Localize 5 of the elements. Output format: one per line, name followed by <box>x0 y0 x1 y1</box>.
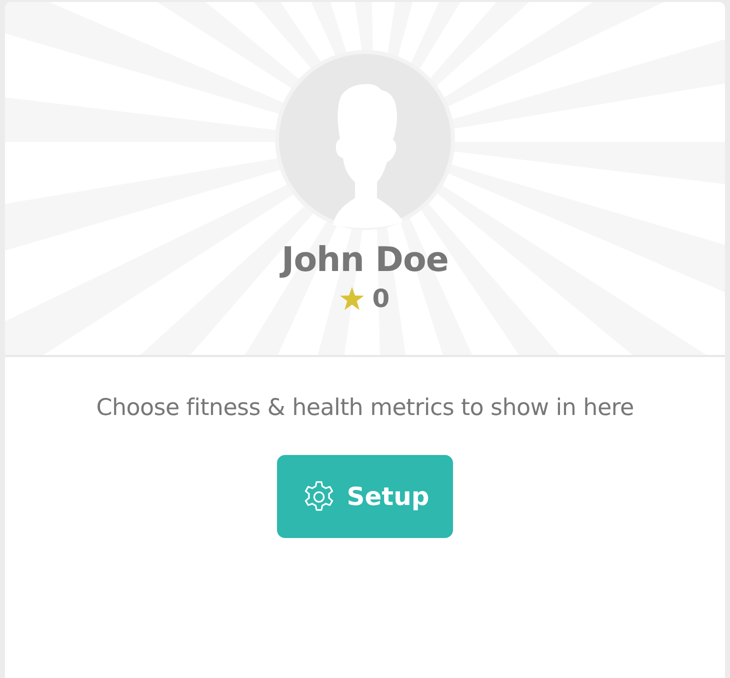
user-name: John Doe <box>282 240 448 280</box>
setup-button[interactable]: Setup <box>277 455 453 538</box>
points-count: 0 <box>372 284 390 313</box>
prompt-text: Choose fitness & health metrics to show in here <box>96 395 634 421</box>
star-icon <box>340 287 364 310</box>
